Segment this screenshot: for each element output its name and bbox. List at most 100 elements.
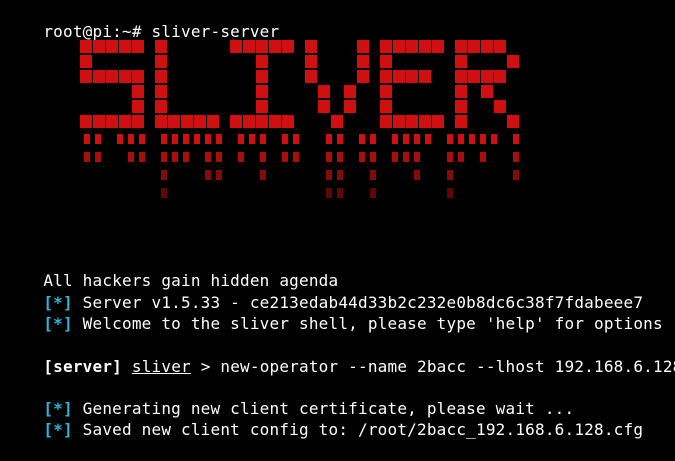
banner-drip [216, 152, 222, 162]
banner-drip [249, 134, 255, 144]
banner-block [282, 115, 294, 128]
banner-drip [216, 170, 222, 180]
banner-drip [205, 152, 211, 162]
info-line-server-version: [*] Server v1.5.33 - ce213edab44d33b2c23… [4, 271, 643, 312]
banner-drip [370, 170, 376, 180]
banner-drip [480, 134, 486, 144]
banner-block [406, 70, 418, 83]
banner-drip [194, 134, 200, 144]
banner-block [494, 70, 506, 83]
server-context-label: [server] [43, 357, 123, 376]
banner-block [119, 40, 131, 53]
banner-block [481, 85, 493, 98]
banner-block [132, 85, 144, 98]
banner-block [243, 40, 255, 53]
banner-drip [513, 170, 519, 180]
banner-drip [95, 134, 101, 144]
banner-block [256, 40, 268, 53]
banner-drip [183, 134, 189, 144]
banner-block [507, 115, 519, 128]
banner-drip [139, 134, 145, 144]
banner-block [357, 55, 369, 68]
sliver-command-line[interactable]: [server] sliver > new-operator --name 2b… [4, 335, 675, 376]
banner-drip [84, 152, 90, 162]
banner-drip [447, 134, 453, 144]
banner-block [256, 70, 268, 83]
banner-block [80, 40, 92, 53]
banner-block [432, 115, 444, 128]
banner-block [155, 55, 167, 68]
banner-drip [425, 134, 431, 144]
output-tag: [*] [43, 420, 73, 439]
banner-drip [370, 188, 376, 198]
banner-drip [161, 134, 167, 144]
banner-block [468, 70, 480, 83]
banner-drip [326, 134, 332, 144]
banner-drip [128, 152, 134, 162]
banner-drip [205, 134, 211, 144]
banner-drip [326, 188, 332, 198]
banner-block [344, 100, 356, 113]
banner-drip [414, 134, 420, 144]
banner-drip [458, 134, 464, 144]
info-tag: [*] [43, 314, 73, 333]
banner-drip [282, 134, 288, 144]
banner-block [305, 40, 317, 53]
banner-block [194, 115, 206, 128]
banner-drip [260, 152, 266, 162]
banner-block [318, 100, 330, 113]
banner-drip [326, 152, 332, 162]
banner-block [455, 70, 467, 83]
banner-drip [95, 152, 101, 162]
banner-block [207, 115, 219, 128]
banner-drip [326, 170, 332, 180]
banner-drip [469, 134, 475, 144]
info-line-welcome: [*] Welcome to the sliver shell, please … [4, 292, 663, 333]
shell-prompt-line: root@pi:~# sliver-server [4, 0, 279, 41]
banner-block [507, 55, 519, 68]
banner-block [132, 40, 144, 53]
banner-block [380, 100, 392, 113]
banner-block [155, 85, 167, 98]
banner-block [119, 115, 131, 128]
banner-drip [337, 188, 343, 198]
command-input-text[interactable]: new-operator --name 2bacc --lhost 192.16… [220, 357, 675, 376]
banner-block [494, 100, 506, 113]
banner-block [455, 55, 467, 68]
banner-drip [458, 152, 464, 162]
banner-drip [172, 152, 178, 162]
terminal-window[interactable]: root@pi:~# sliver-server All hackers gai… [0, 0, 675, 439]
banner-block [106, 115, 118, 128]
banner-block [181, 115, 193, 128]
banner-letters [80, 40, 519, 128]
sliver-prompt-label: sliver [131, 357, 191, 376]
banner-block [256, 100, 268, 113]
banner-block [357, 40, 369, 53]
banner-drip [513, 134, 519, 144]
banner-drip [172, 134, 178, 144]
banner-block [132, 70, 144, 83]
banner-drip [359, 134, 365, 144]
banner-block [393, 70, 405, 83]
banner-block [393, 115, 405, 128]
banner-drip [183, 152, 189, 162]
banner-block [119, 70, 131, 83]
banner-block [93, 70, 105, 83]
banner-block [269, 115, 281, 128]
banner-block [243, 115, 255, 128]
banner-block [331, 115, 343, 128]
banner-block [80, 55, 92, 68]
banner-drip [337, 170, 343, 180]
banner-drip [161, 152, 167, 162]
banner-block [132, 115, 144, 128]
banner-block [380, 70, 392, 83]
banner-drip [491, 134, 497, 144]
banner-drip [238, 134, 244, 144]
banner-block [406, 115, 418, 128]
banner-block [80, 115, 92, 128]
banner-block [318, 85, 330, 98]
banner-block [380, 85, 392, 98]
sliver-ascii-banner [80, 40, 519, 198]
banner-block [269, 40, 281, 53]
banner-block [455, 85, 467, 98]
